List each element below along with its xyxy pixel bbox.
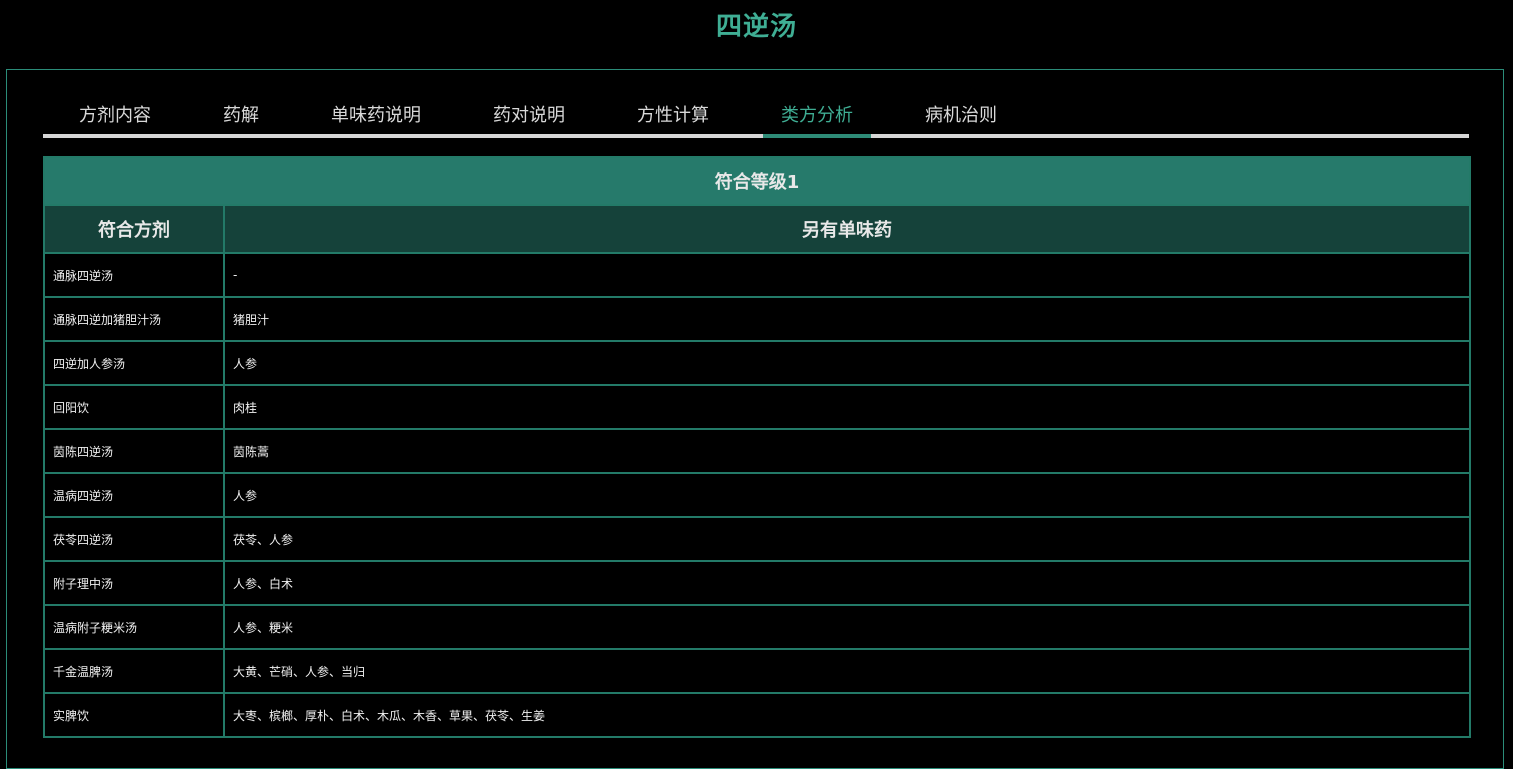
table-row: 温病附子粳米汤 人参、粳米 — [43, 604, 1471, 650]
formula-cell: 附子理中汤 — [43, 560, 225, 606]
formula-cell: 千金温脾汤 — [43, 648, 225, 694]
tab-formula-property-calc[interactable]: 方性计算 — [637, 100, 709, 134]
formula-cell: 茵陈四逆汤 — [43, 428, 225, 474]
formula-cell: 通脉四逆加猪胆汁汤 — [43, 296, 225, 342]
table-row: 通脉四逆汤 - — [43, 252, 1471, 298]
tab-bar: 方剂内容 药解 单味药说明 药对说明 方性计算 类方分析 病机治则 — [43, 100, 1469, 138]
column-header-extra-herbs: 另有单味药 — [223, 204, 1471, 254]
table-row: 温病四逆汤 人参 — [43, 472, 1471, 518]
column-header-formula: 符合方剂 — [43, 204, 225, 254]
tab-pathogenesis-treatment[interactable]: 病机治则 — [925, 100, 997, 134]
table-row: 回阳饮 肉桂 — [43, 384, 1471, 430]
tab-formula-content[interactable]: 方剂内容 — [79, 100, 151, 134]
formula-cell: 温病四逆汤 — [43, 472, 225, 518]
content-panel: 方剂内容 药解 单味药说明 药对说明 方性计算 类方分析 病机治则 符合等级1 … — [6, 69, 1504, 769]
similar-formula-table-wrap: 符合等级1 符合方剂 另有单味药 通脉四逆汤 - 通脉四逆加猪胆汁汤 猪胆汁 四… — [43, 156, 1471, 738]
extra-herbs-cell: 人参、粳米 — [223, 604, 1471, 650]
extra-herbs-cell: 大枣、槟榔、厚朴、白术、木瓜、木香、草果、茯苓、生姜 — [223, 692, 1471, 738]
table-row: 通脉四逆加猪胆汁汤 猪胆汁 — [43, 296, 1471, 342]
tab-single-herb-notes[interactable]: 单味药说明 — [331, 100, 421, 134]
formula-cell: 通脉四逆汤 — [43, 252, 225, 298]
page-title: 四逆汤 — [715, 12, 797, 42]
extra-herbs-cell: 猪胆汁 — [223, 296, 1471, 342]
formula-cell: 四逆加人参汤 — [43, 340, 225, 386]
table-row: 茵陈四逆汤 茵陈蒿 — [43, 428, 1471, 474]
tab-herb-explanation[interactable]: 药解 — [223, 100, 259, 134]
formula-cell: 茯苓四逆汤 — [43, 516, 225, 562]
match-level-row: 符合等级1 — [43, 156, 1471, 206]
table-row: 四逆加人参汤 人参 — [43, 340, 1471, 386]
table-row: 茯苓四逆汤 茯苓、人参 — [43, 516, 1471, 562]
formula-cell: 温病附子粳米汤 — [43, 604, 225, 650]
extra-herbs-cell: 人参、白术 — [223, 560, 1471, 606]
table-row: 附子理中汤 人参、白术 — [43, 560, 1471, 606]
tab-similar-formula-analysis[interactable]: 类方分析 — [763, 100, 871, 138]
table-row: 千金温脾汤 大黄、芒硝、人参、当归 — [43, 648, 1471, 694]
match-level-title: 符合等级1 — [43, 156, 1471, 206]
formula-cell: 实脾饮 — [43, 692, 225, 738]
extra-herbs-cell: - — [223, 252, 1471, 298]
extra-herbs-cell: 大黄、芒硝、人参、当归 — [223, 648, 1471, 694]
column-header-row: 符合方剂 另有单味药 — [43, 204, 1471, 254]
table-row: 实脾饮 大枣、槟榔、厚朴、白术、木瓜、木香、草果、茯苓、生姜 — [43, 692, 1471, 738]
extra-herbs-cell: 茯苓、人参 — [223, 516, 1471, 562]
extra-herbs-cell: 肉桂 — [223, 384, 1471, 430]
tab-herb-pair-notes[interactable]: 药对说明 — [493, 100, 565, 134]
formula-cell: 回阳饮 — [43, 384, 225, 430]
extra-herbs-cell: 人参 — [223, 472, 1471, 518]
extra-herbs-cell: 人参 — [223, 340, 1471, 386]
similar-formula-table: 符合等级1 符合方剂 另有单味药 通脉四逆汤 - 通脉四逆加猪胆汁汤 猪胆汁 四… — [43, 156, 1471, 738]
extra-herbs-cell: 茵陈蒿 — [223, 428, 1471, 474]
